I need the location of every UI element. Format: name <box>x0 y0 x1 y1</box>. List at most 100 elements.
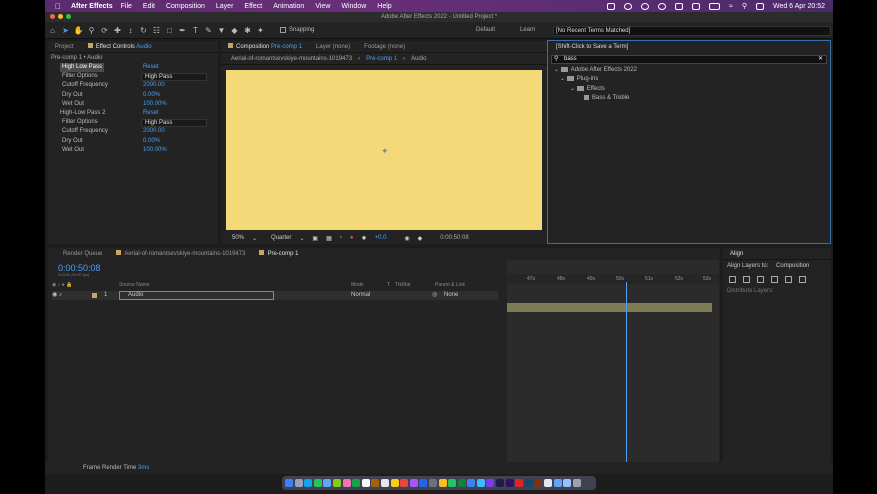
effect-name[interactable]: High Low Pass <box>60 63 105 73</box>
composition-canvas[interactable]: ✦ <box>226 70 542 230</box>
system-preferences-icon[interactable] <box>428 479 437 487</box>
filter-options-dropdown[interactable]: High Pass <box>141 72 207 81</box>
finder-icon[interactable] <box>285 479 293 487</box>
slack-icon[interactable] <box>486 479 495 487</box>
breadcrumb-item[interactable]: Aerial-of-romantsevskiye-mountains-10194… <box>231 56 352 62</box>
after-effects-icon[interactable] <box>505 479 514 487</box>
tree-item[interactable]: ⌄ Effects <box>548 85 830 94</box>
current-time-indicator[interactable] <box>626 282 627 474</box>
align-top-icon[interactable] <box>771 276 778 283</box>
workspace-default[interactable]: Default <box>476 22 495 39</box>
app-menu[interactable]: After Effects <box>71 3 113 10</box>
control-center-icon[interactable] <box>755 2 764 10</box>
chevron-down-icon[interactable]: ⌄ <box>554 67 561 73</box>
search-help-field[interactable]: [No Recent Terms Matched] <box>553 26 831 36</box>
acrobat-icon[interactable] <box>515 479 524 487</box>
effect-name[interactable]: High-Low Pass 2 <box>60 109 105 118</box>
breadcrumb-item[interactable]: Audio <box>411 56 426 62</box>
podcasts-icon[interactable] <box>409 479 418 487</box>
chevron-down-icon[interactable]: ⌄ <box>299 235 304 242</box>
whatsapp-icon[interactable] <box>448 479 457 487</box>
app-store-icon[interactable] <box>419 479 428 487</box>
parent-pickwhip-icon[interactable]: ◎ <box>432 291 437 300</box>
spotify-icon[interactable] <box>457 479 466 487</box>
audio-toggle-icon[interactable]: ◉ ♪ <box>52 291 62 300</box>
reset-link[interactable]: Reset <box>143 109 159 118</box>
rotation-tool-icon[interactable]: ↻ <box>138 25 149 36</box>
safari-icon[interactable] <box>304 479 313 487</box>
region-of-interest-icon[interactable]: ▣ <box>312 235 318 242</box>
layer-label-color[interactable] <box>92 293 97 298</box>
align-right-icon[interactable] <box>757 276 764 283</box>
photoshop-icon[interactable] <box>524 479 533 487</box>
audio-layer-bar[interactable] <box>507 303 712 312</box>
roto-brush-tool-icon[interactable]: ✱ <box>242 25 253 36</box>
rectangle-tool-icon[interactable]: □ <box>164 25 175 36</box>
menu-composition[interactable]: Composition <box>166 3 205 10</box>
channel-icon[interactable]: ● <box>350 235 354 241</box>
workspace-learn[interactable]: Learn <box>520 22 535 39</box>
screen-record-icon[interactable] <box>606 2 615 10</box>
align-vertical-center-icon[interactable] <box>785 276 792 283</box>
illustrator-icon[interactable] <box>534 479 543 487</box>
volume-icon[interactable] <box>691 2 700 10</box>
documents-folder-icon[interactable] <box>563 479 572 487</box>
tab-render-queue[interactable]: Render Queue <box>48 248 109 260</box>
close-window-button[interactable] <box>50 14 55 19</box>
display-icon[interactable] <box>674 2 683 10</box>
tree-item[interactable]: Bass & Treble <box>548 94 830 103</box>
orbit-tool-icon[interactable]: ⟳ <box>99 25 110 36</box>
snapping-toggle[interactable]: Snapping <box>280 27 314 33</box>
selection-tool-icon[interactable]: ➤ <box>60 25 71 36</box>
color-management-icon[interactable]: ✹ <box>362 235 367 242</box>
align-horizontal-center-icon[interactable] <box>743 276 750 283</box>
downloads-folder-icon[interactable] <box>553 479 562 487</box>
clear-search-icon[interactable]: ✕ <box>818 56 823 63</box>
focus-icon[interactable] <box>640 2 649 10</box>
tab-composition[interactable]: Composition Pre-comp 1 <box>221 41 309 53</box>
exposure-value[interactable]: +0.0 <box>375 235 387 241</box>
menu-view[interactable]: View <box>315 3 330 10</box>
trash-icon[interactable] <box>572 479 581 487</box>
clone-stamp-tool-icon[interactable]: ▼ <box>216 25 227 36</box>
pan-tool-icon[interactable]: ✚ <box>112 25 123 36</box>
transparency-grid-icon[interactable]: ▦ <box>326 235 332 242</box>
mail-icon[interactable] <box>323 479 332 487</box>
filter-options-dropdown[interactable]: High Pass <box>141 118 207 127</box>
battery-icon[interactable] <box>708 2 720 10</box>
tab-footage[interactable]: Footage (none) <box>357 41 412 53</box>
zoom-dropdown[interactable]: 50% <box>232 235 244 241</box>
reset-link[interactable]: Reset <box>143 63 159 72</box>
breadcrumb-item[interactable]: Pre-comp 1 <box>366 56 397 62</box>
timeline-track-area[interactable]: 47s 48s 49s 50s 51s 52s 53s <box>507 260 719 474</box>
tree-item[interactable]: ⌄ Plug-ins <box>548 75 830 84</box>
chrome-icon[interactable] <box>438 479 447 487</box>
snapping-checkbox[interactable] <box>280 27 286 33</box>
menu-file[interactable]: File <box>121 3 132 10</box>
tab-align[interactable]: Align <box>723 248 750 260</box>
menu-window[interactable]: Window <box>341 3 366 10</box>
cutoff-frequency-value[interactable]: 2000.00 <box>143 81 165 90</box>
time-ruler[interactable]: 47s 48s 49s 50s 51s 52s 53s <box>507 274 719 284</box>
align-to-dropdown[interactable]: Composition <box>776 263 809 269</box>
maps-icon[interactable] <box>332 479 341 487</box>
contacts-icon[interactable] <box>371 479 380 487</box>
hand-tool-icon[interactable]: ✋ <box>73 25 84 36</box>
column-source-name[interactable]: Source Name <box>119 281 150 289</box>
minimize-window-button[interactable] <box>58 14 63 19</box>
tree-item[interactable]: ⌄ Adobe After Effects 2022 <box>548 66 830 75</box>
reminders-icon[interactable] <box>380 479 389 487</box>
resolution-dropdown[interactable]: Quarter <box>271 235 291 241</box>
menu-help[interactable]: Help <box>377 3 391 10</box>
wifi-icon[interactable]: ≈ <box>729 3 733 10</box>
layer-mode-dropdown[interactable]: Normal <box>351 291 370 300</box>
moon-icon[interactable] <box>657 2 666 10</box>
menu-animation[interactable]: Animation <box>273 3 304 10</box>
tab-aerial-comp[interactable]: Aerial-of-romantsevskiye-mountains-10194… <box>109 248 252 260</box>
snapshot-icon[interactable]: ◉ <box>404 235 409 242</box>
align-left-icon[interactable] <box>729 276 736 283</box>
current-time-display[interactable]: 0:00:50:08 <box>440 235 468 241</box>
menu-layer[interactable]: Layer <box>216 3 234 10</box>
column-trkmat[interactable]: TrkMat <box>395 281 410 289</box>
eraser-tool-icon[interactable]: ◆ <box>229 25 240 36</box>
